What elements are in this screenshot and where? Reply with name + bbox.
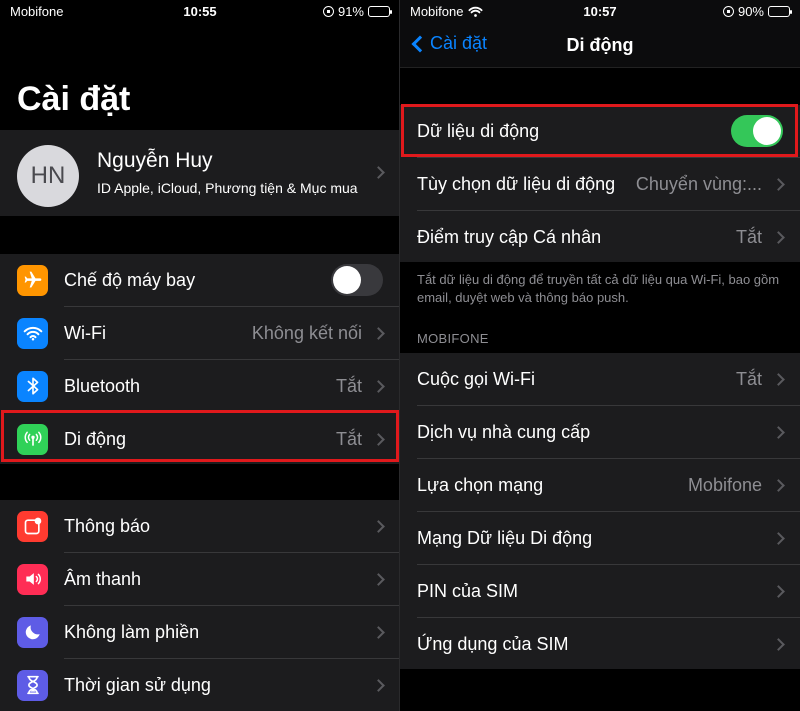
airplane-icon <box>17 264 48 296</box>
airplane-mode-label: Chế độ máy bay <box>64 269 196 290</box>
chevron-right-icon <box>372 572 385 586</box>
personal-hotspot-value: Tắt <box>735 226 762 247</box>
chevron-right-icon <box>372 625 385 639</box>
cellular-data-options-row[interactable]: Tùy chọn dữ liệu di động Chuyển vùng:... <box>400 158 800 210</box>
status-bar: Mobifone 10:55 91% <box>0 0 400 22</box>
cellular-data-network-row[interactable]: Mạng Dữ liệu Di động <box>400 512 800 564</box>
notifications-group: Thông báo Âm thanh Không làm phiền Thời … <box>0 500 400 711</box>
cellular-screen: Mobifone 10:57 90% Cài đặt Di động Dữ li… <box>400 0 800 711</box>
personal-hotspot-label: Điểm truy cập Cá nhân <box>417 226 602 247</box>
do-not-disturb-row[interactable]: Không làm phiền <box>0 606 400 658</box>
apple-id-row[interactable]: HN Nguyễn Huy ID Apple, iCloud, Phương t… <box>0 130 400 216</box>
carrier-group: Cuộc gọi Wi-Fi Tắt Dịch vụ nhà cung cấp … <box>400 353 800 669</box>
network-selection-label: Lựa chọn mạng <box>417 474 544 495</box>
wifi-icon <box>17 317 48 349</box>
chevron-right-icon <box>372 678 385 692</box>
sim-pin-label: PIN của SIM <box>417 580 519 601</box>
wifi-calling-row[interactable]: Cuộc gọi Wi-Fi Tắt <box>400 353 800 405</box>
settings-screen: Mobifone 10:55 91% Cài đặt HN Nguyễn Huy… <box>0 0 400 711</box>
chevron-right-icon <box>772 425 785 439</box>
cellular-data-options-label: Tùy chọn dữ liệu di động <box>417 173 616 194</box>
wifi-calling-label: Cuộc gọi Wi-Fi <box>417 368 536 389</box>
bluetooth-row[interactable]: Bluetooth Tắt <box>0 360 400 412</box>
notifications-label: Thông báo <box>64 515 151 536</box>
nav-title: Di động <box>566 35 634 55</box>
chevron-right-icon <box>772 177 785 191</box>
chevron-right-icon <box>772 230 785 244</box>
moon-icon <box>17 616 48 648</box>
carrier-services-label: Dịch vụ nhà cung cấp <box>417 421 591 442</box>
rotation-lock-icon <box>322 6 334 17</box>
profile-subtitle: ID Apple, iCloud, Phương tiện & Mục mua <box>97 180 358 196</box>
do-not-disturb-label: Không làm phiền <box>64 621 200 642</box>
chevron-right-icon <box>372 326 385 340</box>
network-selection-value: Mobifone <box>687 474 762 495</box>
wifi-calling-value: Tắt <box>735 368 762 389</box>
notification-icon <box>17 510 48 542</box>
avatar: HN <box>17 145 79 207</box>
sim-applications-label: Ứng dụng của SIM <box>417 633 569 654</box>
cellular-data-footnote: Tắt dữ liệu di động để truyền tất cả dữ … <box>417 272 780 305</box>
screen-time-row[interactable]: Thời gian sử dụng <box>0 659 400 711</box>
battery-icon <box>768 6 792 17</box>
wifi-row[interactable]: Wi-Fi Không kết nối <box>0 307 400 359</box>
carrier-section-header: MOBIFONE <box>417 331 489 346</box>
bluetooth-label: Bluetooth <box>64 375 141 396</box>
battery-icon <box>368 6 392 17</box>
hourglass-icon <box>17 669 48 701</box>
bluetooth-value: Tắt <box>335 375 362 396</box>
sounds-row[interactable]: Âm thanh <box>0 553 400 605</box>
wifi-value: Không kết nối <box>251 322 362 343</box>
bluetooth-icon <box>17 370 48 402</box>
network-selection-row[interactable]: Lựa chọn mạng Mobifone <box>400 459 800 511</box>
sounds-label: Âm thanh <box>64 568 142 589</box>
personal-hotspot-row[interactable]: Điểm truy cập Cá nhân Tắt <box>400 211 800 263</box>
battery-percent: 91% <box>337 4 364 19</box>
status-bar: Mobifone 10:57 90% <box>400 0 800 22</box>
carrier-services-row[interactable]: Dịch vụ nhà cung cấp <box>400 406 800 458</box>
battery-percent: 90% <box>737 4 764 19</box>
speaker-icon <box>17 563 48 595</box>
cellular-data-options-value: Chuyển vùng:... <box>635 173 762 194</box>
chevron-right-icon <box>772 584 785 598</box>
navigation-bar: Cài đặt Di động <box>400 22 800 68</box>
chevron-right-icon <box>372 166 385 179</box>
airplane-mode-toggle[interactable] <box>331 264 383 296</box>
screen-time-label: Thời gian sử dụng <box>64 674 211 695</box>
sim-pin-row[interactable]: PIN của SIM <box>400 565 800 617</box>
chevron-right-icon <box>772 637 785 651</box>
airplane-mode-row: Chế độ máy bay <box>0 254 400 306</box>
profile-name: Nguyễn Huy <box>97 149 213 172</box>
cellular-data-network-label: Mạng Dữ liệu Di động <box>417 527 593 548</box>
wifi-label: Wi-Fi <box>64 322 106 343</box>
rotation-lock-icon <box>722 6 734 17</box>
page-title: Cài đặt <box>17 80 131 118</box>
cellular-row-highlight <box>1 410 399 462</box>
cellular-data-highlight <box>401 104 798 157</box>
chevron-right-icon <box>772 531 785 545</box>
chevron-right-icon <box>772 478 785 492</box>
chevron-right-icon <box>372 519 385 533</box>
chevron-right-icon <box>372 379 385 393</box>
notifications-row[interactable]: Thông báo <box>0 500 400 552</box>
sim-applications-row[interactable]: Ứng dụng của SIM <box>400 618 800 670</box>
chevron-right-icon <box>772 372 785 386</box>
